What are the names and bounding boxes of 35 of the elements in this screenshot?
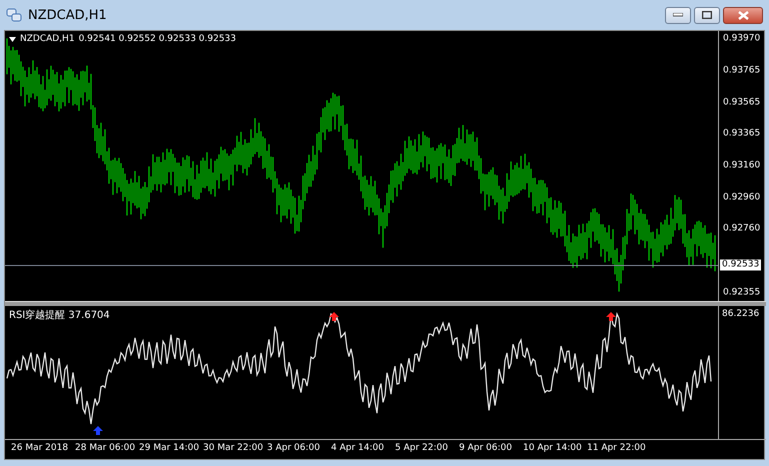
time-axis-label: 3 Apr 06:00 [267, 442, 321, 455]
current-price-label: 0.92533 [720, 260, 762, 270]
chart-window-icon [6, 8, 22, 22]
time-axis-label: 30 Mar 22:00 [203, 442, 264, 455]
time-axis-label: 10 Apr 14:00 [523, 442, 583, 455]
maximize-button[interactable] [694, 6, 720, 24]
up-arrow-icon [329, 312, 339, 321]
price-tick-label: 0.93365 [723, 128, 760, 140]
price-tick-label: 0.93970 [723, 34, 760, 44]
up-arrow-icon [606, 312, 616, 321]
price-tick-label: 0.93565 [723, 97, 760, 108]
indicator-axis-label: 86.2236 [722, 309, 760, 320]
time-axis-label: 9 Apr 06:00 [459, 442, 513, 455]
minimize-icon [673, 13, 683, 17]
up-arrow-icon [93, 426, 103, 435]
minimize-button[interactable] [665, 6, 691, 24]
price-tick-label: 0.93160 [723, 160, 760, 172]
time-axis-label: 4 Apr 14:00 [331, 442, 385, 455]
price-tick-label: 0.93765 [723, 66, 760, 77]
maximize-icon [702, 11, 712, 19]
time-axis-label: 5 Apr 22:00 [395, 442, 449, 455]
price-tick-label: 0.92960 [723, 192, 760, 204]
indicator-label: RSI穿越提醒 37.6704 [9, 308, 110, 322]
time-axis-label: 28 Mar 06:00 [75, 442, 136, 455]
symbol-label: NZDCAD,H1 [20, 34, 75, 44]
price-tick-label: 0.92760 [723, 224, 760, 235]
price-tick-label: 0.92355 [723, 288, 760, 298]
time-axis-label: 11 Apr 22:00 [587, 442, 647, 455]
dropdown-icon[interactable] [9, 36, 16, 42]
close-icon [738, 10, 748, 20]
ohlc-values: 0.92541 0.92552 0.92533 0.92533 [78, 34, 236, 44]
window-title: NZDCAD,H1 [28, 8, 107, 22]
close-button[interactable] [723, 6, 763, 24]
time-axis-label: 26 Mar 2018 [11, 442, 70, 455]
time-axis-label: 29 Mar 14:00 [139, 442, 200, 455]
